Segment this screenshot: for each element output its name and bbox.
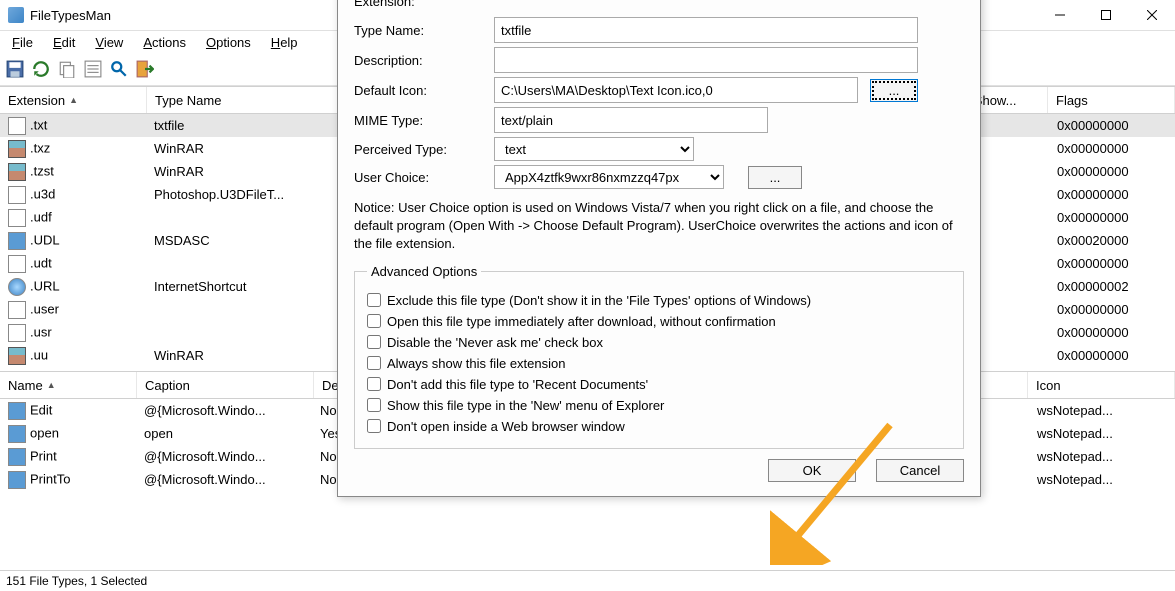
status-bar: 151 File Types, 1 Selected <box>0 570 1175 591</box>
browse-icon-button[interactable]: ... <box>870 79 918 102</box>
app-icon <box>8 7 24 23</box>
mime-label: MIME Type: <box>354 113 494 128</box>
file-icon <box>8 324 26 342</box>
col-icon[interactable]: Icon <box>1028 372 1175 398</box>
close-button[interactable] <box>1129 0 1175 30</box>
file-icon <box>8 232 26 250</box>
sort-asc-icon: ▲ <box>47 380 56 390</box>
menu-help[interactable]: Help <box>263 33 306 52</box>
maximize-button[interactable] <box>1083 0 1129 30</box>
menu-view[interactable]: View <box>87 33 131 52</box>
refresh-icon[interactable] <box>32 60 50 78</box>
find-icon[interactable] <box>110 60 128 78</box>
col-flags[interactable]: Flags <box>1048 87 1175 113</box>
userchoice-browse-button[interactable]: ... <box>748 166 802 189</box>
menu-actions[interactable]: Actions <box>135 33 194 52</box>
ok-button[interactable]: OK <box>768 459 856 482</box>
userchoice-label: User Choice: <box>354 170 494 185</box>
description-label: Description: <box>354 53 494 68</box>
file-icon <box>8 117 26 135</box>
file-icon <box>8 209 26 227</box>
edit-dialog: Extension: Type Name: Description: Defau… <box>337 0 981 497</box>
chk-disable-neverask[interactable]: Disable the 'Never ask me' check box <box>367 335 951 350</box>
perceived-label: Perceived Type: <box>354 142 494 157</box>
chk-show-in-new[interactable]: Show this file type in the 'New' menu of… <box>367 398 951 413</box>
extension-label: Extension: <box>354 0 494 9</box>
minimize-button[interactable] <box>1037 0 1083 30</box>
col-extension[interactable]: Extension▲ <box>0 87 147 113</box>
defaulticon-label: Default Icon: <box>354 83 494 98</box>
save-icon[interactable] <box>6 60 24 78</box>
advanced-legend: Advanced Options <box>367 264 481 279</box>
chk-open-immediately[interactable]: Open this file type immediately after do… <box>367 314 951 329</box>
perceived-select[interactable]: text <box>494 137 694 161</box>
file-icon <box>8 347 26 365</box>
col-caption[interactable]: Caption <box>137 372 314 398</box>
chk-exclude[interactable]: Exclude this file type (Don't show it in… <box>367 293 951 308</box>
chk-no-recent[interactable]: Don't add this file type to 'Recent Docu… <box>367 377 951 392</box>
advanced-options: Advanced Options Exclude this file type … <box>354 264 964 449</box>
defaulticon-input[interactable] <box>494 77 858 103</box>
file-icon <box>8 140 26 158</box>
copy-icon[interactable] <box>58 60 76 78</box>
menu-options[interactable]: Options <box>198 33 259 52</box>
sort-asc-icon: ▲ <box>69 95 78 105</box>
notice-text: Notice: User Choice option is used on Wi… <box>354 199 964 254</box>
action-icon <box>8 448 26 466</box>
file-icon <box>8 255 26 273</box>
mime-input[interactable] <box>494 107 768 133</box>
action-icon <box>8 425 26 443</box>
cancel-button[interactable]: Cancel <box>876 459 964 482</box>
menu-edit[interactable]: Edit <box>45 33 83 52</box>
file-icon <box>8 278 26 296</box>
typename-label: Type Name: <box>354 23 494 38</box>
properties-icon[interactable] <box>84 60 102 78</box>
col-name[interactable]: Name▲ <box>0 372 137 398</box>
chk-no-browser[interactable]: Don't open inside a Web browser window <box>367 419 951 434</box>
chk-always-show[interactable]: Always show this file extension <box>367 356 951 371</box>
userchoice-select[interactable]: AppX4ztfk9wxr86nxmzzq47px <box>494 165 724 189</box>
menu-file[interactable]: File <box>4 33 41 52</box>
action-icon <box>8 402 26 420</box>
action-icon <box>8 471 26 489</box>
file-icon <box>8 163 26 181</box>
exit-icon[interactable] <box>136 60 154 78</box>
file-icon <box>8 301 26 319</box>
description-input[interactable] <box>494 47 918 73</box>
file-icon <box>8 186 26 204</box>
typename-input[interactable] <box>494 17 918 43</box>
